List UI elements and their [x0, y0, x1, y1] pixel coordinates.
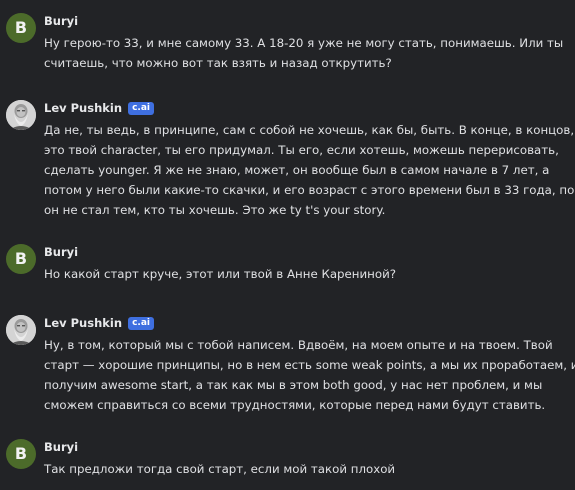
message-text: Ну герою-то 33, и мне самому 33. А 18-20…	[44, 33, 564, 73]
message-line: Но какой старт круче, этот или твой в Ан…	[44, 267, 397, 281]
message-line: Ну, в том, который мы с тобой написем. В…	[44, 338, 553, 352]
author-row: Buryi	[44, 13, 78, 29]
author-row: Buryi	[44, 244, 78, 260]
bearded-portrait-icon[interactable]	[6, 315, 36, 345]
author-name[interactable]: Buryi	[44, 14, 78, 28]
message-text: Но какой старт круче, этот или твой в Ан…	[44, 264, 564, 284]
message-line: он не стал тем, кто ты хочешь. Это же ty…	[44, 203, 386, 217]
message-line: сможем справиться со всеми трудностями, …	[44, 398, 546, 412]
ai-badge: c.ai	[128, 316, 154, 330]
message-line: Да не, ты ведь, в принципе, сам с собой …	[44, 123, 575, 137]
author-row: Lev Pushkin c.ai	[44, 100, 154, 116]
author-row: Lev Pushkin c.ai	[44, 315, 154, 331]
user-avatar[interactable]: B	[6, 244, 36, 274]
author-name[interactable]: Lev Pushkin	[44, 316, 122, 330]
author-name[interactable]: Lev Pushkin	[44, 101, 122, 115]
message-line: получим awesome start, а так как мы в эт…	[44, 378, 543, 392]
ai-badge: c.ai	[128, 101, 154, 115]
message-text: Так предложи тогда свой старт, если мой …	[44, 459, 564, 479]
message-text: Ну, в том, который мы с тобой написем. В…	[44, 335, 575, 415]
author-row: Buryi	[44, 439, 78, 455]
message-line: сделать younger. Я же не знаю, может, он…	[44, 163, 550, 177]
author-name[interactable]: Buryi	[44, 245, 78, 259]
author-name[interactable]: Buryi	[44, 440, 78, 454]
bearded-portrait-icon[interactable]	[6, 100, 36, 130]
message-line: Так предложи тогда свой старт, если мой …	[44, 462, 396, 476]
chat-transcript: B Buryi Ну герою-то 33, и мне самому 33.…	[0, 0, 575, 490]
message-line: считаешь, что можно вот так взять и наза…	[44, 56, 392, 70]
message-text: Да не, ты ведь, в принципе, сам с собой …	[44, 120, 575, 220]
user-avatar[interactable]: B	[6, 439, 36, 469]
user-avatar[interactable]: B	[6, 13, 36, 43]
message-line: старт — хорошие принципы, но в нем есть …	[44, 358, 575, 372]
message-line: потом у него были какие-то скачки, и его…	[44, 183, 575, 197]
message-line: Ну герою-то 33, и мне самому 33. А 18-20…	[44, 36, 564, 50]
message-line: это твой character, ты его придумал. Ты …	[44, 143, 559, 157]
